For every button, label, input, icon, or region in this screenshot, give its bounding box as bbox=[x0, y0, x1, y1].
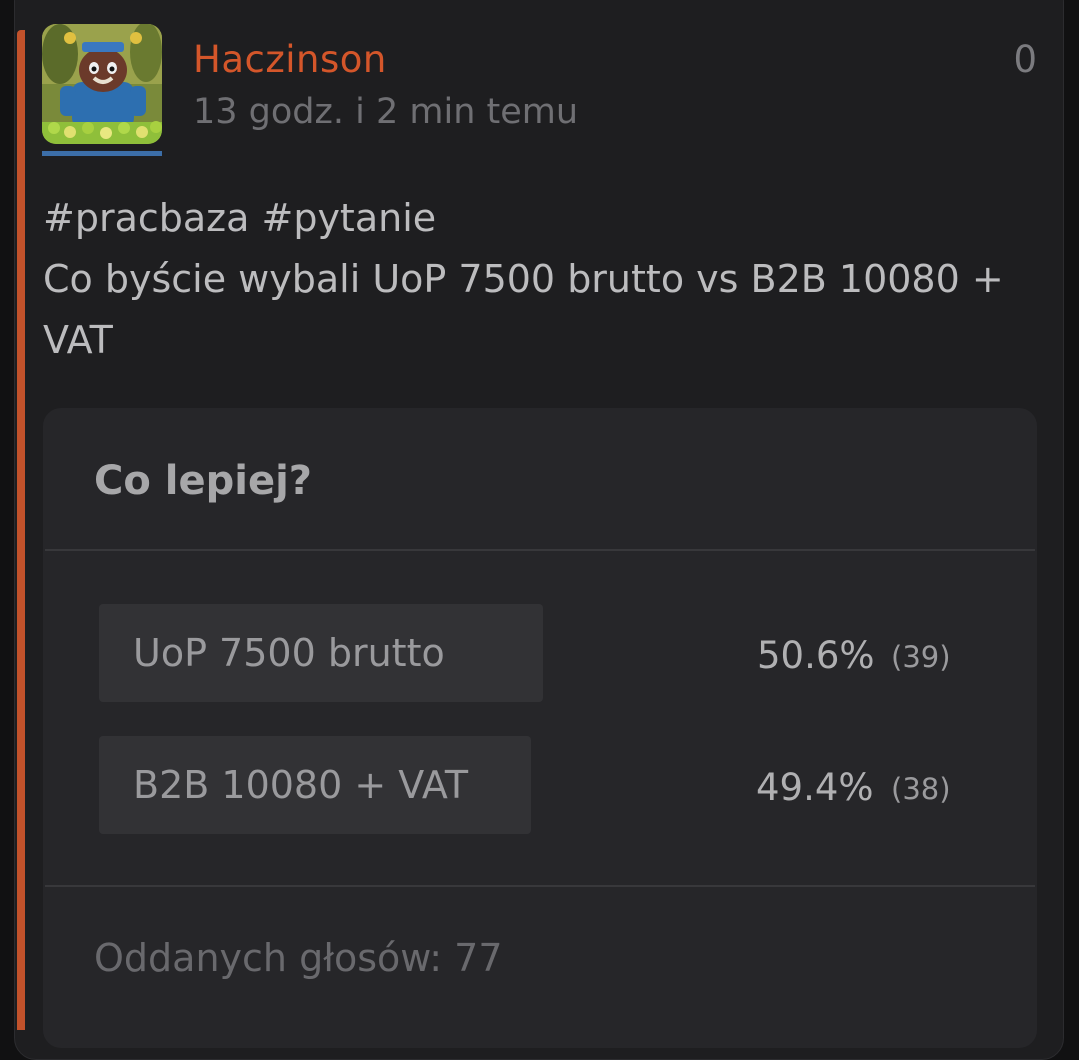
post-vote-count[interactable]: 0 bbox=[1013, 38, 1037, 81]
avatar-image bbox=[42, 24, 162, 144]
poll-option-1-label: UoP 7500 brutto bbox=[133, 631, 445, 675]
author-name[interactable]: Haczinson bbox=[193, 38, 387, 81]
post-tags[interactable]: #pracbaza #pytanie bbox=[43, 188, 1033, 249]
poll-divider-bottom bbox=[45, 885, 1035, 887]
poll-option-1[interactable]: UoP 7500 brutto bbox=[99, 604, 543, 702]
poll-total-votes: Oddanych głosów: 77 bbox=[94, 936, 503, 980]
poll-divider-top bbox=[45, 549, 1035, 551]
avatar[interactable] bbox=[42, 24, 162, 144]
poll: Co lepiej? UoP 7500 brutto 50.6% (39) B2… bbox=[43, 408, 1037, 1048]
avatar-status-bar bbox=[42, 151, 162, 156]
poll-option-2-percent: 49.4% bbox=[756, 766, 874, 809]
post-timestamp[interactable]: 13 godz. i 2 min temu bbox=[193, 92, 578, 132]
poll-option-2[interactable]: B2B 10080 + VAT bbox=[99, 736, 531, 834]
post-body: #pracbaza #pytanie Co byście wybali UoP … bbox=[43, 188, 1033, 371]
poll-option-2-label: B2B 10080 + VAT bbox=[133, 763, 469, 807]
poll-title: Co lepiej? bbox=[94, 458, 312, 504]
post-accent-bar bbox=[17, 30, 25, 1030]
poll-option-2-count: (38) bbox=[891, 772, 951, 806]
poll-option-1-percent: 50.6% bbox=[757, 634, 875, 677]
poll-option-1-count: (39) bbox=[891, 640, 951, 674]
post-text: Co byście wybali UoP 7500 brutto vs B2B … bbox=[43, 257, 1004, 362]
